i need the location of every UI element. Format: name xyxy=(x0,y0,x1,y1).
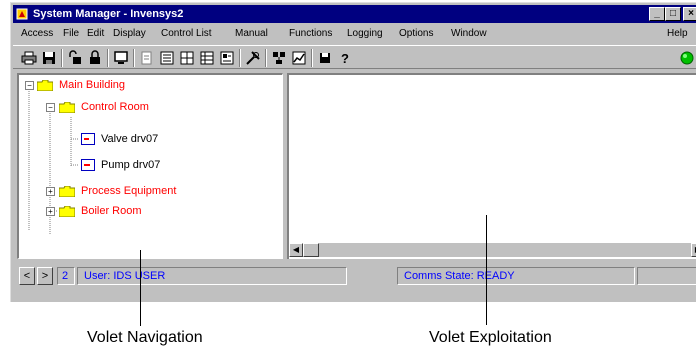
valve-icon xyxy=(81,133,95,145)
scroll-thumb[interactable] xyxy=(303,243,319,257)
close-button[interactable]: × xyxy=(683,7,696,21)
maximize-button[interactable]: □ xyxy=(665,7,681,21)
next-button[interactable]: > xyxy=(37,267,53,285)
caption-exploitation: Volet Exploitation xyxy=(429,329,552,346)
main-window: System Manager - Invensys2 _ □ × Access … xyxy=(10,2,696,302)
exploitation-panel: ◀ ▶ xyxy=(287,73,696,259)
expand-toggle-control-room[interactable]: − xyxy=(46,103,55,112)
tree-label: Process Equipment xyxy=(81,185,177,197)
menu-display[interactable]: Display xyxy=(113,25,146,43)
report-icon[interactable] xyxy=(219,50,235,66)
toolbar-separator xyxy=(311,49,313,67)
toolbar-separator xyxy=(107,49,109,67)
navigation-panel: − Main Building − Control Room Valve drv… xyxy=(17,73,283,259)
prev-button[interactable]: < xyxy=(19,267,35,285)
scroll-left-button[interactable]: ◀ xyxy=(289,243,303,257)
folder-icon xyxy=(37,80,53,91)
menu-access[interactable]: Access xyxy=(21,25,53,43)
grid-icon[interactable] xyxy=(179,50,195,66)
toolbar-separator xyxy=(265,49,267,67)
expand-toggle-process-equipment[interactable]: + xyxy=(46,187,55,196)
menu-bar: Access File Edit Display Control List Ma… xyxy=(13,25,696,43)
pump-icon xyxy=(81,159,95,171)
menu-options[interactable]: Options xyxy=(399,25,433,43)
disk-icon[interactable] xyxy=(317,50,333,66)
network-icon[interactable] xyxy=(271,50,287,66)
document-icon[interactable] xyxy=(139,50,155,66)
status-field-empty xyxy=(637,267,696,285)
table-icon[interactable] xyxy=(199,50,215,66)
menu-edit[interactable]: Edit xyxy=(87,25,104,43)
menu-help[interactable]: Help xyxy=(667,25,688,43)
tree-label: Boiler Room xyxy=(81,205,142,217)
comms-status: Comms State: READY xyxy=(397,267,635,285)
lock-icon[interactable] xyxy=(87,50,103,66)
page-indicator: 2 xyxy=(57,267,75,285)
unlock-icon[interactable] xyxy=(67,50,83,66)
scroll-right-button[interactable]: ▶ xyxy=(691,243,696,257)
expand-toggle-main-building[interactable]: − xyxy=(25,81,34,90)
tree-label: Valve drv07 xyxy=(101,133,159,145)
callout-line-exploitation xyxy=(486,215,487,325)
toolbar-separator xyxy=(239,49,241,67)
svg-text:?: ? xyxy=(341,51,349,66)
callout-line-navigation xyxy=(140,250,141,326)
tools-icon[interactable] xyxy=(245,50,261,66)
horizontal-scrollbar[interactable]: ◀ ▶ xyxy=(289,243,696,257)
list-icon[interactable] xyxy=(159,50,175,66)
menu-control-list[interactable]: Control List xyxy=(161,25,212,43)
user-status: User: IDS USER xyxy=(77,267,347,285)
expand-toggle-boiler-room[interactable]: + xyxy=(46,207,55,216)
window-title: System Manager - Invensys2 xyxy=(33,8,184,20)
tree-label: Main Building xyxy=(59,79,126,91)
folder-icon xyxy=(59,186,75,197)
toolbar-separator xyxy=(61,49,63,67)
folder-icon xyxy=(59,102,75,113)
menu-logging[interactable]: Logging xyxy=(347,25,383,43)
status-led-icon xyxy=(680,51,694,65)
toolbar-separator xyxy=(133,49,135,67)
save-icon[interactable] xyxy=(41,50,57,66)
app-icon xyxy=(16,8,28,20)
menu-window[interactable]: Window xyxy=(451,25,487,43)
status-bar: < > 2 User: IDS USER Comms State: READY xyxy=(13,265,696,287)
display-icon[interactable] xyxy=(113,50,129,66)
help-icon[interactable]: ? xyxy=(337,50,353,66)
menu-file[interactable]: File xyxy=(63,25,79,43)
caption-navigation: Volet Navigation xyxy=(87,329,203,346)
title-bar[interactable]: System Manager - Invensys2 _ □ × xyxy=(13,5,696,23)
toolbar: ? xyxy=(13,45,696,69)
tree-label: Control Room xyxy=(81,101,149,113)
minimize-button[interactable]: _ xyxy=(649,7,665,21)
chart-icon[interactable] xyxy=(291,50,307,66)
menu-functions[interactable]: Functions xyxy=(289,25,332,43)
folder-icon xyxy=(59,206,75,217)
tree-label: Pump drv07 xyxy=(101,159,161,171)
print-icon[interactable] xyxy=(21,50,37,66)
menu-manual[interactable]: Manual xyxy=(235,25,268,43)
